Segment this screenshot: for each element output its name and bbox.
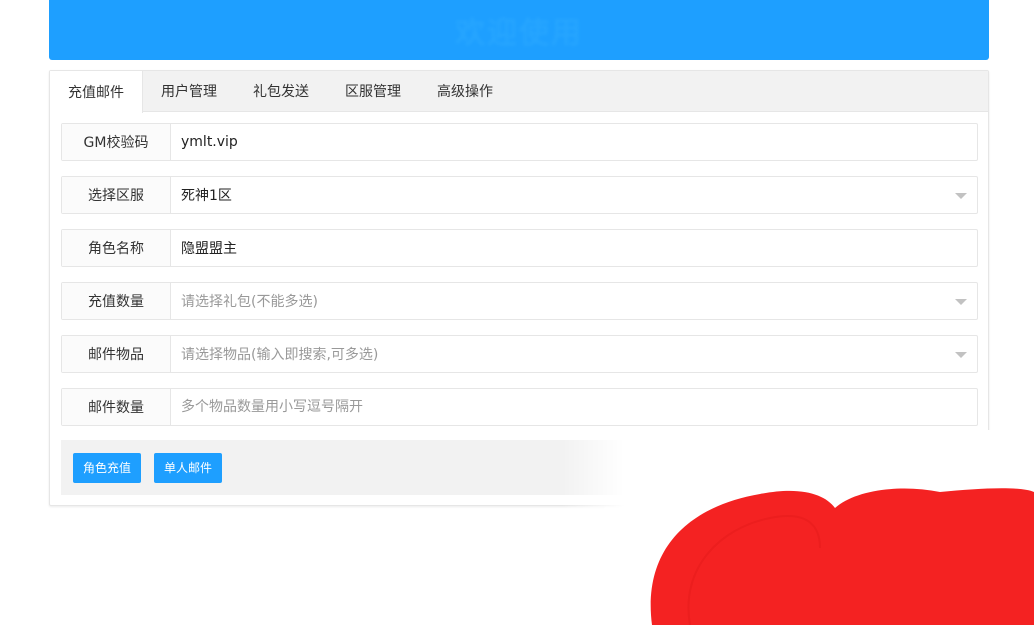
mail-quantity-row: 邮件数量: [61, 388, 978, 426]
server-selected-value: 死神1区: [181, 188, 232, 204]
banner-title: 欢迎使用: [455, 16, 583, 51]
tab-label: 充值邮件: [68, 85, 124, 101]
mail-quantity-label: 邮件数量: [62, 389, 171, 425]
tab-label: 礼包发送: [253, 84, 309, 100]
single-mail-button[interactable]: 单人邮件: [154, 452, 223, 483]
mail-items-row: 邮件物品 请选择物品(输入即搜索,可多选): [61, 335, 978, 373]
top-banner: 欢迎使用: [49, 0, 989, 60]
tab-advanced-operations[interactable]: 高级操作: [419, 71, 511, 111]
recharge-amount-row: 充值数量 请选择礼包(不能多选): [61, 282, 978, 320]
gm-code-row: GM校验码: [61, 123, 978, 161]
mail-quantity-field[interactable]: [171, 389, 977, 425]
chevron-down-icon: [955, 299, 967, 305]
chevron-down-icon: [955, 193, 967, 199]
role-name-row: 角色名称: [61, 229, 978, 267]
tab-label: 用户管理: [161, 84, 217, 100]
server-select[interactable]: 死神1区: [171, 177, 977, 213]
chevron-down-icon: [955, 352, 967, 358]
tab-recharge-mail[interactable]: 充值邮件: [50, 71, 143, 113]
gm-code-input[interactable]: [181, 124, 967, 160]
tab-server-management[interactable]: 区服管理: [327, 71, 419, 111]
mail-items-label: 邮件物品: [62, 336, 171, 372]
recharge-amount-label: 充值数量: [62, 283, 171, 319]
mail-quantity-input[interactable]: [181, 389, 967, 425]
role-name-field[interactable]: [171, 230, 977, 266]
gm-code-field[interactable]: [171, 124, 977, 160]
tab-user-management[interactable]: 用户管理: [143, 71, 235, 111]
tab-gift-send[interactable]: 礼包发送: [235, 71, 327, 111]
tab-label: 高级操作: [437, 84, 493, 100]
recharge-amount-placeholder: 请选择礼包(不能多选): [181, 294, 318, 310]
server-label: 选择区服: [62, 177, 171, 213]
tab-bar: 充值邮件 用户管理 礼包发送 区服管理 高级操作: [50, 71, 988, 113]
recharge-amount-select[interactable]: 请选择礼包(不能多选): [171, 283, 977, 319]
server-row: 选择区服 死神1区: [61, 176, 978, 214]
role-recharge-button[interactable]: 角色充值: [73, 452, 142, 483]
role-name-input[interactable]: [181, 230, 967, 266]
mail-items-placeholder: 请选择物品(输入即搜索,可多选): [181, 347, 379, 363]
gm-code-label: GM校验码: [62, 124, 171, 160]
heart-shape: [650, 488, 1034, 625]
mail-items-select[interactable]: 请选择物品(输入即搜索,可多选): [171, 336, 977, 372]
role-name-label: 角色名称: [62, 230, 171, 266]
tab-label: 区服管理: [345, 84, 401, 100]
recharge-form: GM校验码 选择区服 死神1区 角色名称 充值数量 请选择礼包(不能多选): [61, 123, 978, 441]
heart-sticker-image: [650, 488, 1034, 625]
